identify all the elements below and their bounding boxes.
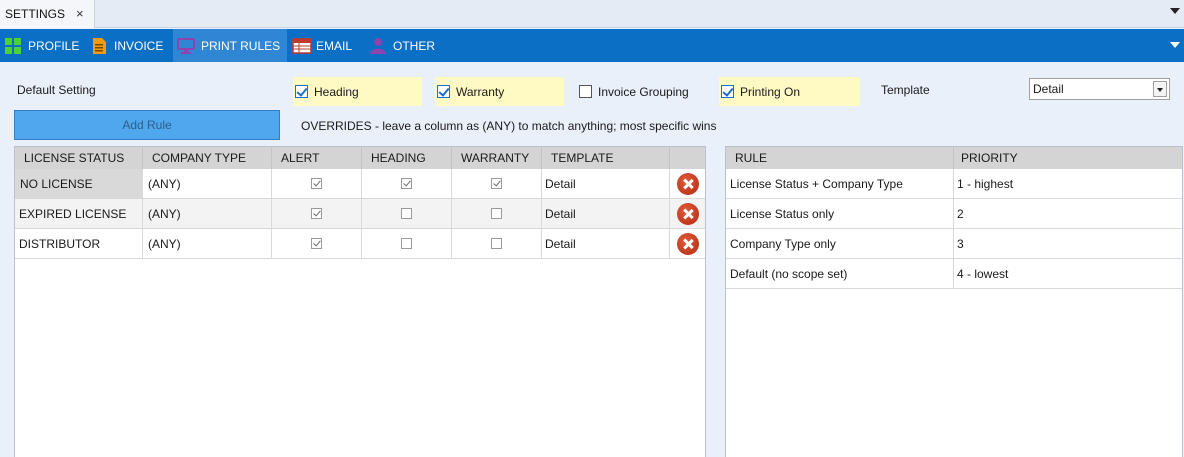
- alert-cell[interactable]: [272, 169, 362, 199]
- rule-cell: Default (no scope set): [726, 259, 954, 289]
- heading-checkbox-label: Heading: [314, 84, 359, 99]
- column-header[interactable]: COMPANY TYPE: [143, 147, 272, 169]
- column-header[interactable]: HEADING: [362, 147, 452, 169]
- template-label: Template: [881, 83, 930, 97]
- column-header[interactable]: LICENSE STATUS: [15, 147, 143, 169]
- email-table-icon: [292, 37, 312, 55]
- invoice-grouping-checkbox[interactable]: [579, 85, 592, 98]
- warranty-checkbox-label: Warranty: [456, 84, 505, 99]
- settings-toolbar: PROFILE INVOICE PRINT RULES EMAIL OTHER: [0, 29, 1184, 62]
- alert-checkbox[interactable]: [311, 178, 322, 189]
- warranty-cell[interactable]: [452, 229, 542, 259]
- toolbar-item-label: PROFILE: [28, 38, 80, 53]
- warranty-checkbox[interactable]: [437, 85, 450, 98]
- monitor-icon: [177, 37, 195, 55]
- warranty-cell[interactable]: [452, 169, 542, 199]
- printing-on-checkbox-group[interactable]: Printing On: [719, 77, 860, 106]
- column-header[interactable]: PRIORITY: [954, 147, 1182, 169]
- document-tab-strip: SETTINGS ×: [0, 0, 1184, 28]
- delete-icon[interactable]: [676, 202, 699, 225]
- column-header[interactable]: RULE: [726, 147, 954, 169]
- heading-cell[interactable]: [362, 229, 452, 259]
- license-status-cell[interactable]: NO LICENSE: [15, 169, 143, 199]
- delete-cell: [670, 169, 705, 199]
- chevron-down-icon[interactable]: [1170, 8, 1180, 14]
- delete-cell: [670, 229, 705, 259]
- heading-checkbox[interactable]: [401, 238, 412, 249]
- chevron-down-icon[interactable]: [1170, 42, 1180, 48]
- printing-on-checkbox-label: Printing On: [740, 84, 801, 99]
- user-icon: [369, 37, 387, 55]
- template-cell[interactable]: Detail: [542, 169, 670, 199]
- company-type-cell[interactable]: (ANY): [143, 199, 272, 229]
- column-header-actions: [670, 147, 705, 169]
- toolbar-item-label: EMAIL: [316, 38, 353, 53]
- invoice-grouping-checkbox-group[interactable]: Invoice Grouping: [577, 77, 707, 106]
- tab-settings-label: SETTINGS: [5, 7, 66, 21]
- company-type-cell[interactable]: (ANY): [143, 229, 272, 259]
- toolbar-item-label: OTHER: [393, 38, 435, 53]
- priority-cell: 2: [954, 199, 1182, 229]
- template-cell[interactable]: Detail: [542, 199, 670, 229]
- template-select[interactable]: Detail: [1029, 78, 1170, 100]
- invoice-grouping-checkbox-label: Invoice Grouping: [598, 84, 689, 99]
- warranty-cell[interactable]: [452, 199, 542, 229]
- alert-checkbox[interactable]: [311, 238, 322, 249]
- warranty-checkbox[interactable]: [491, 238, 502, 249]
- column-header[interactable]: WARRANTY: [452, 147, 542, 169]
- delete-icon[interactable]: [676, 172, 699, 195]
- toolbar-item-profile[interactable]: PROFILE: [4, 29, 88, 62]
- toolbar-item-invoice[interactable]: INVOICE: [90, 29, 170, 62]
- default-setting-label: Default Setting: [17, 83, 96, 97]
- warranty-checkbox-group[interactable]: Warranty: [435, 77, 564, 106]
- alert-checkbox[interactable]: [311, 208, 322, 219]
- priority-cell: 1 - highest: [954, 169, 1182, 199]
- priority-cell: 3: [954, 229, 1182, 259]
- rules-table: LICENSE STATUS COMPANY TYPE ALERT HEADIN…: [14, 146, 706, 457]
- heading-cell[interactable]: [362, 169, 452, 199]
- rule-cell: License Status only: [726, 199, 954, 229]
- add-rule-button[interactable]: Add Rule: [14, 110, 280, 140]
- heading-checkbox[interactable]: [401, 208, 412, 219]
- template-cell[interactable]: Detail: [542, 229, 670, 259]
- warranty-checkbox[interactable]: [491, 208, 502, 219]
- toolbar-item-other[interactable]: OTHER: [369, 29, 439, 62]
- toolbar-item-label: INVOICE: [114, 38, 164, 53]
- toolbar-item-label: PRINT RULES: [201, 38, 281, 53]
- document-icon: [90, 37, 108, 55]
- rule-cell: Company Type only: [726, 229, 954, 259]
- license-status-cell[interactable]: DISTRIBUTOR: [15, 229, 143, 259]
- company-type-cell[interactable]: (ANY): [143, 169, 272, 199]
- chevron-down-icon[interactable]: [1153, 81, 1167, 97]
- toolbar-item-email[interactable]: EMAIL: [292, 29, 364, 62]
- alert-cell[interactable]: [272, 229, 362, 259]
- windows-grid-icon: [4, 37, 22, 55]
- priority-cell: 4 - lowest: [954, 259, 1182, 289]
- heading-cell[interactable]: [362, 199, 452, 229]
- delete-cell: [670, 199, 705, 229]
- priority-table: RULE PRIORITY License Status + Company T…: [725, 146, 1183, 457]
- overrides-hint: OVERRIDES - leave a column as (ANY) to m…: [301, 119, 717, 133]
- template-select-value: Detail: [1033, 82, 1064, 96]
- toolbar-item-print-rules[interactable]: PRINT RULES: [173, 29, 287, 62]
- warranty-checkbox[interactable]: [491, 178, 502, 189]
- heading-checkbox[interactable]: [295, 85, 308, 98]
- delete-icon[interactable]: [676, 232, 699, 255]
- rules-table-header: LICENSE STATUS COMPANY TYPE ALERT HEADIN…: [15, 147, 705, 169]
- alert-cell[interactable]: [272, 199, 362, 229]
- heading-checkbox-group[interactable]: Heading: [293, 77, 422, 106]
- priority-table-header: RULE PRIORITY: [726, 147, 1182, 169]
- close-icon[interactable]: ×: [76, 6, 84, 21]
- column-header[interactable]: ALERT: [272, 147, 362, 169]
- license-status-cell[interactable]: EXPIRED LICENSE: [15, 199, 143, 229]
- heading-checkbox[interactable]: [401, 178, 412, 189]
- printing-on-checkbox[interactable]: [721, 85, 734, 98]
- rule-cell: License Status + Company Type: [726, 169, 954, 199]
- tab-settings[interactable]: SETTINGS ×: [0, 0, 95, 28]
- column-header[interactable]: TEMPLATE: [542, 147, 670, 169]
